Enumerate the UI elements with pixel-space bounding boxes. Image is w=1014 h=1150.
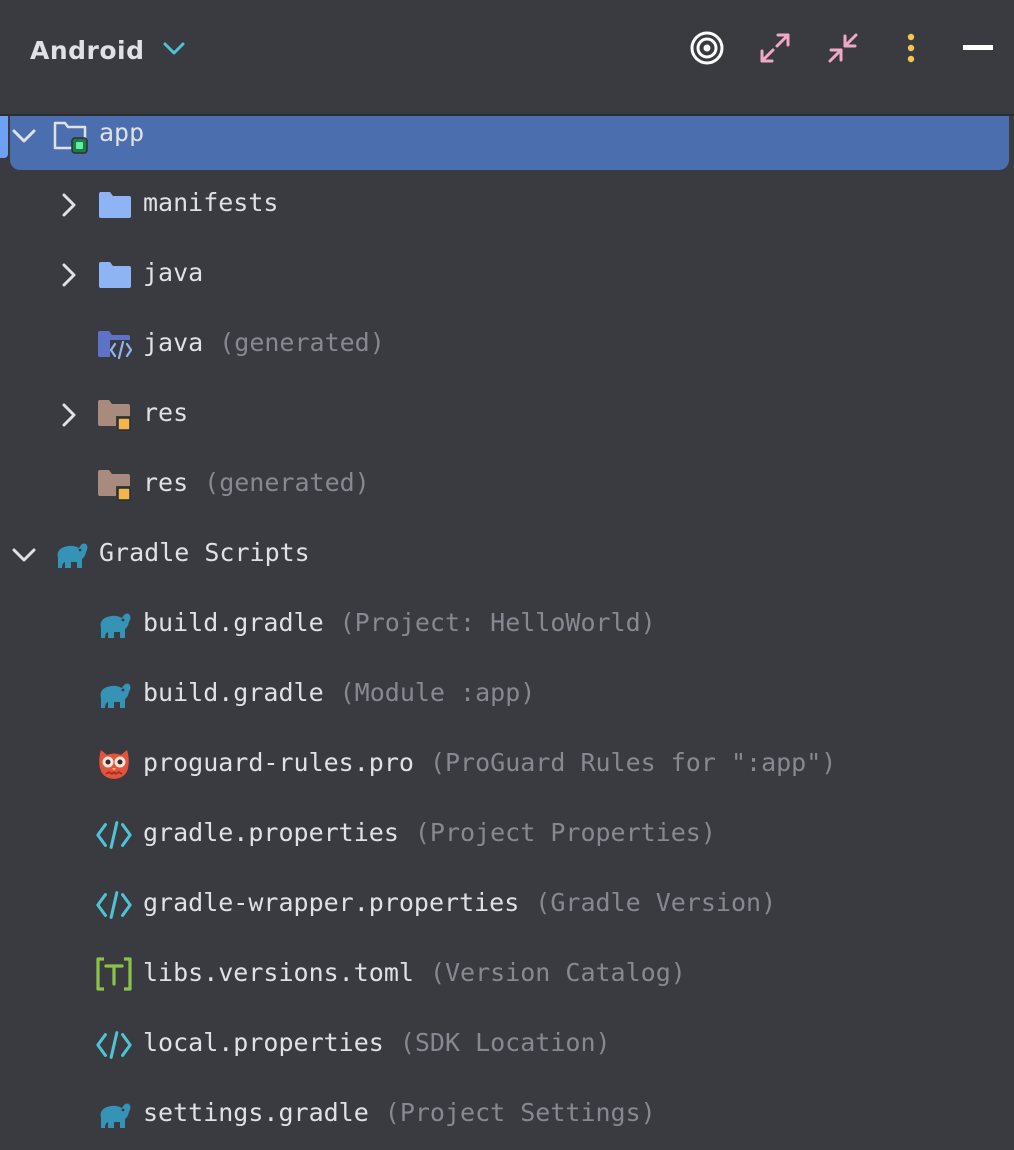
tree-item-java[interactable]: java (0, 240, 1014, 310)
tree-item-res-generated[interactable]: res (generated) (0, 450, 1014, 520)
tree-item-manifests[interactable]: manifests (0, 170, 1014, 240)
chevron-right-icon[interactable] (56, 192, 82, 218)
tree-item-proguard-rules[interactable]: proguard-rules.pro (ProGuard Rules for ":… (0, 730, 1014, 800)
chevron-down-icon[interactable] (11, 123, 37, 149)
chevron-down-icon (163, 41, 185, 60)
tree-item-gradle-properties[interactable]: gradle.properties (Project Properties) (0, 800, 1014, 870)
tree-item-libs-versions-toml[interactable]: libs.versions.toml (Version Catalog) (0, 940, 1014, 1010)
tree-item-local-properties[interactable]: local.properties (SDK Location) (0, 1010, 1014, 1080)
gradle-elephant-icon (95, 606, 133, 644)
view-selector-label: Android (30, 35, 145, 65)
tree-item-hint: (Gradle Version) (535, 888, 777, 917)
gradle-elephant-icon (52, 536, 90, 574)
collapse-all-icon[interactable] (821, 26, 865, 70)
tree-item-label: gradle.properties (Project Properties) (143, 818, 716, 847)
chevron-right-icon[interactable] (56, 262, 82, 288)
tree-item-hint: (Version Catalog) (429, 958, 686, 987)
tree-item-label: res (143, 398, 189, 427)
resource-folder-icon (96, 396, 134, 434)
properties-file-icon (95, 1026, 133, 1064)
chevron-down-icon[interactable] (11, 542, 37, 568)
chevron-right-icon[interactable] (56, 402, 82, 428)
folder-icon (96, 186, 134, 224)
tree-item-settings-gradle[interactable]: settings.gradle (Project Settings) (0, 1080, 1014, 1150)
gradle-elephant-icon (95, 676, 133, 714)
hide-icon[interactable] (956, 26, 1000, 70)
tree-item-hint: (generated) (219, 328, 385, 357)
module-folder-icon (52, 117, 90, 155)
proguard-owl-icon (95, 744, 133, 782)
more-options-icon[interactable] (889, 26, 933, 70)
tree-item-label: app (99, 118, 145, 147)
tree-item-res[interactable]: res (0, 380, 1014, 450)
folder-icon (96, 256, 134, 294)
tree-item-label: proguard-rules.pro (ProGuard Rules for ":… (143, 748, 837, 777)
tree-item-app[interactable]: app (0, 100, 1014, 170)
locate-icon[interactable] (685, 26, 729, 70)
tree-item-hint: (ProGuard Rules for ":app") (429, 748, 837, 777)
tree-item-label: manifests (143, 188, 279, 217)
view-selector[interactable]: Android (30, 30, 185, 70)
tree-item-label: java (143, 258, 204, 287)
tree-item-label: Gradle Scripts (99, 538, 310, 567)
tree-item-hint: (Project Properties) (414, 818, 716, 847)
tree-item-label: gradle-wrapper.properties (Gradle Version… (143, 888, 777, 917)
selection-highlight (10, 116, 1009, 170)
tree-item-build-gradle-module[interactable]: build.gradle (Module :app) (0, 660, 1014, 730)
tree-item-hint: (generated) (204, 468, 370, 497)
resource-folder-icon (96, 466, 134, 504)
tool-window-header: Android (0, 0, 1014, 114)
tree-item-hint: (Module :app) (339, 678, 536, 707)
tree-item-java-generated[interactable]: java (generated) (0, 310, 1014, 380)
selection-edge (0, 116, 8, 158)
toml-file-icon (95, 955, 133, 993)
tree-item-label: res (generated) (143, 468, 370, 497)
tree-item-label: settings.gradle (Project Settings) (143, 1098, 656, 1127)
tree-item-label: build.gradle (Module :app) (143, 678, 536, 707)
tree-item-gradle-scripts[interactable]: Gradle Scripts (0, 520, 1014, 590)
tree-item-label: java (generated) (143, 328, 385, 357)
tree-item-hint: (SDK Location) (399, 1028, 611, 1057)
properties-file-icon (95, 816, 133, 854)
expand-all-icon[interactable] (753, 26, 797, 70)
gradle-elephant-icon (95, 1096, 133, 1134)
tree-item-hint: (Project Settings) (384, 1098, 656, 1127)
tree-item-build-gradle-project[interactable]: build.gradle (Project: HelloWorld) (0, 590, 1014, 660)
generated-source-folder-icon (96, 326, 134, 364)
tree-item-label: build.gradle (Project: HelloWorld) (143, 608, 656, 637)
tree-item-hint: (Project: HelloWorld) (339, 608, 656, 637)
tree-item-label: libs.versions.toml (Version Catalog) (143, 958, 686, 987)
tree-item-label: local.properties (SDK Location) (143, 1028, 611, 1057)
properties-file-icon (95, 886, 133, 924)
tree-item-gradle-wrapper-properties[interactable]: gradle-wrapper.properties (Gradle Version… (0, 870, 1014, 940)
